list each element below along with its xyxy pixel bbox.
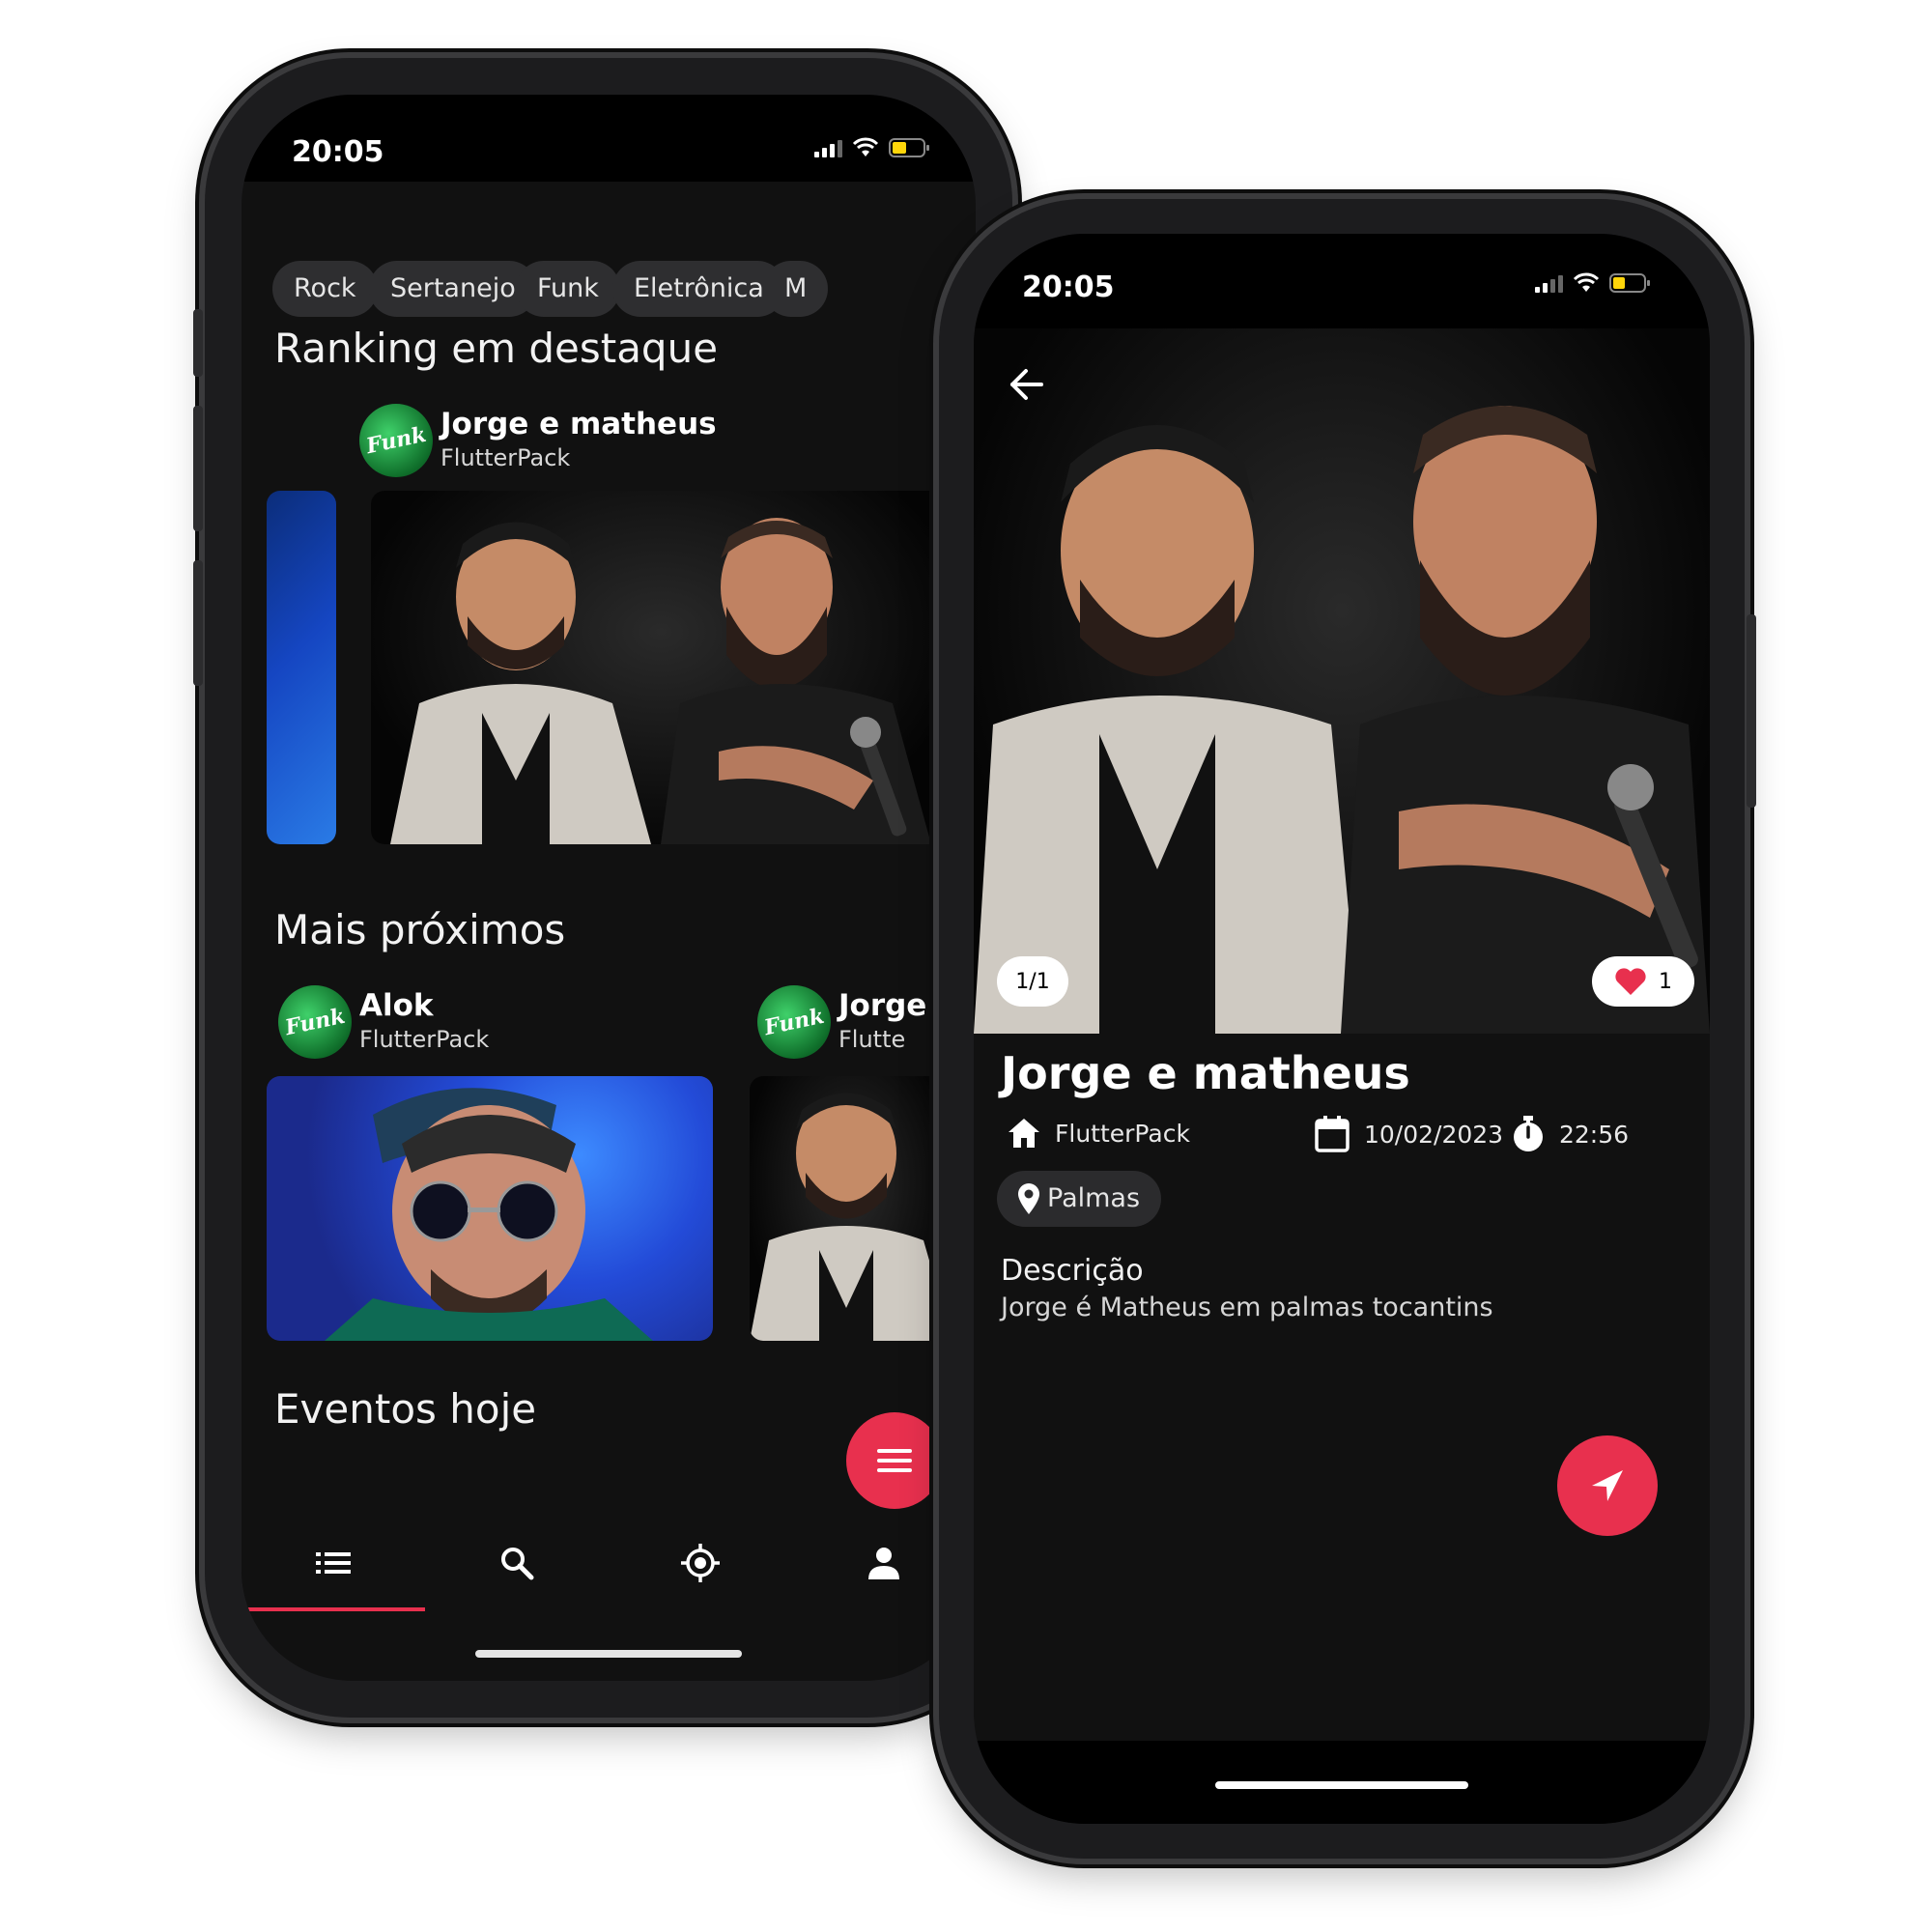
navigate-fab[interactable] (1557, 1435, 1658, 1536)
nav-tab-search[interactable] (425, 1515, 609, 1611)
category-chip-sertanejo[interactable]: Sertanejo (369, 261, 537, 317)
side-button (1747, 614, 1756, 808)
ranking-card-image[interactable] (371, 491, 951, 844)
wifi-icon (852, 137, 879, 158)
status-bar: 20:05 (242, 95, 976, 182)
location-target-icon (681, 1544, 720, 1582)
nearby-card-image-jorge[interactable] (750, 1076, 952, 1341)
avatar: Funk (757, 985, 831, 1059)
status-icons (814, 137, 931, 158)
list-icon (316, 1552, 351, 1574)
like-count: 1 (1659, 969, 1672, 994)
home-icon (1009, 1119, 1039, 1148)
person-icon (868, 1548, 899, 1579)
stopwatch-icon (1514, 1116, 1543, 1151)
duo-photo-illustration (390, 518, 931, 844)
menu-fab[interactable] (846, 1412, 943, 1509)
phone-left: 20:05 Rock Sertanejo Funk Eletrônica M R… (193, 58, 1012, 1718)
home-indicator (1215, 1781, 1468, 1789)
city-chip[interactable]: Palmas (997, 1171, 1162, 1227)
section-title-nearby: Mais próximos (274, 906, 566, 953)
search-icon (501, 1548, 534, 1580)
screen-right: 20:05 1/1 1 Jorge e matheus FlutterPack … (974, 234, 1710, 1824)
event-time: 22:56 (1511, 1115, 1629, 1153)
screen-left: 20:05 Rock Sertanejo Funk Eletrônica M R… (242, 95, 976, 1681)
status-time: 20:05 (292, 135, 384, 169)
event-date: 10/02/2023 (1314, 1115, 1503, 1153)
signal-icon (1535, 273, 1563, 293)
category-chip-eletronica[interactable]: Eletrônica (612, 261, 785, 317)
battery-icon (889, 137, 931, 158)
category-chip-funk[interactable]: Funk (516, 261, 620, 317)
section-title-today: Eventos hoje (274, 1385, 537, 1433)
like-badge[interactable]: 1 (1592, 956, 1694, 1007)
nav-active-indicator (242, 1607, 425, 1611)
home-indicator (475, 1650, 742, 1658)
bottom-nav (242, 1515, 976, 1611)
card-subtitle: FlutterPack (359, 1026, 490, 1053)
event-venue: FlutterPack (1007, 1117, 1190, 1150)
navigation-arrow-icon (1592, 1470, 1623, 1501)
phone-right: 20:05 1/1 1 Jorge e matheus FlutterPack … (939, 199, 1756, 1859)
funk-logo: Funk (282, 1003, 348, 1041)
avatar: Funk (359, 404, 433, 477)
image-counter-badge: 1/1 (997, 956, 1068, 1007)
duo-photo-illustration (750, 1093, 952, 1341)
battery-icon (1609, 272, 1652, 294)
ranking-card-image-prev[interactable] (267, 491, 336, 844)
side-button (193, 309, 203, 377)
nav-tab-list[interactable] (242, 1515, 425, 1611)
event-time-label: 22:56 (1559, 1120, 1630, 1149)
card-subtitle: FlutterPack (440, 444, 571, 471)
city-label: Palmas (1047, 1183, 1141, 1213)
side-button (193, 560, 203, 686)
menu-icon (877, 1449, 912, 1472)
side-button (193, 406, 203, 531)
category-chip-rock[interactable]: Rock (272, 261, 378, 317)
section-title-ranking: Ranking em destaque (274, 325, 719, 372)
alok-photo-illustration (325, 1088, 653, 1341)
signal-icon (814, 138, 842, 157)
card-title[interactable]: Jorge (838, 988, 926, 1023)
status-icons (1535, 272, 1652, 294)
event-date-label: 10/02/2023 (1364, 1120, 1504, 1149)
card-title[interactable]: Alok (359, 988, 434, 1023)
avatar: Funk (278, 985, 352, 1059)
funk-logo: Funk (761, 1003, 827, 1041)
status-bar: 20:05 (974, 234, 1710, 328)
description-text: Jorge é Matheus em palmas tocantins (1001, 1293, 1493, 1322)
arrow-left-icon (1010, 369, 1043, 400)
description-title: Descrição (1001, 1254, 1144, 1288)
event-title: Jorge e matheus (1001, 1047, 1410, 1099)
funk-logo: Funk (363, 421, 429, 460)
back-button[interactable] (1001, 359, 1051, 410)
calendar-icon (1315, 1116, 1350, 1152)
card-subtitle: Flutte (838, 1026, 906, 1053)
wifi-icon (1573, 272, 1600, 294)
status-time: 20:05 (1022, 270, 1115, 304)
nav-tab-location[interactable] (609, 1515, 792, 1611)
card-title[interactable]: Jorge e matheus (440, 407, 717, 441)
image-counter: 1/1 (1015, 969, 1050, 994)
nearby-card-image-alok[interactable] (267, 1076, 713, 1341)
event-hero-image[interactable] (974, 328, 1710, 1034)
duo-photo-illustration (974, 406, 1710, 1034)
location-pin-icon (1018, 1183, 1039, 1214)
event-venue-label: FlutterPack (1055, 1119, 1190, 1148)
heart-icon (1615, 968, 1646, 995)
category-chip-more[interactable]: M (763, 261, 829, 317)
